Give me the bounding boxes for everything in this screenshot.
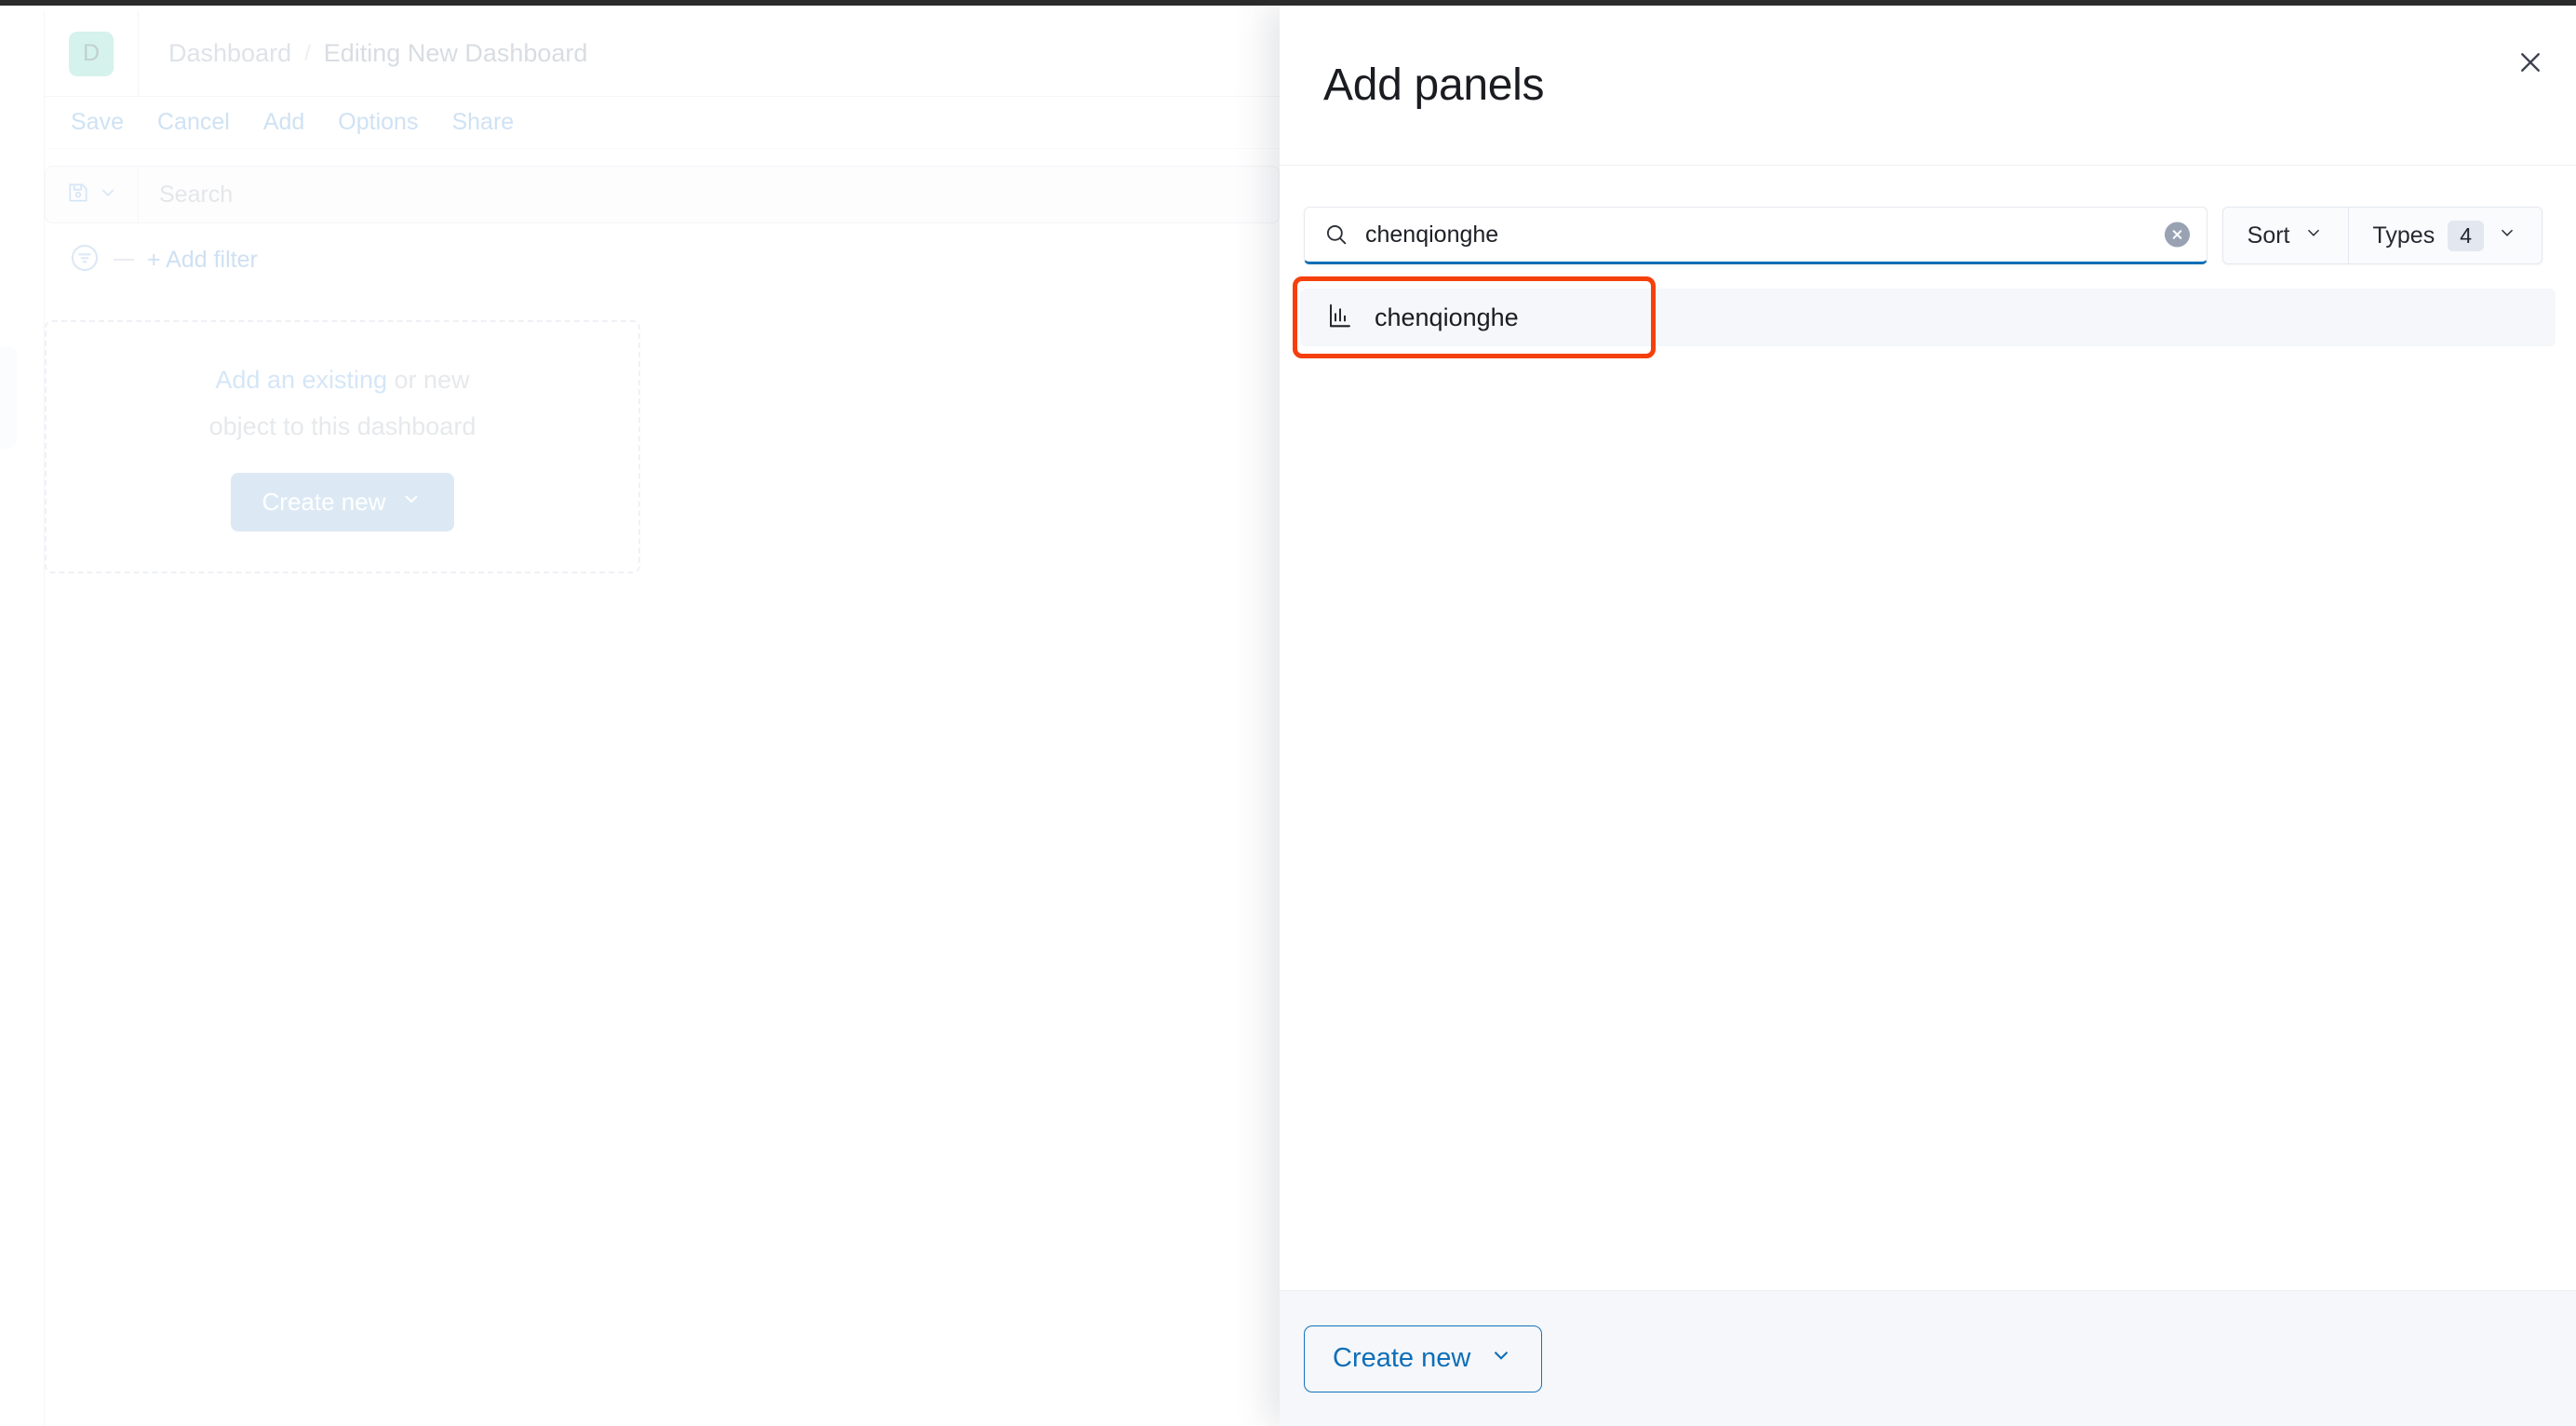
bar-chart-icon: [1326, 302, 1354, 334]
toolbar-share-button[interactable]: Share: [451, 109, 514, 136]
filter-divider: [114, 259, 134, 261]
close-icon[interactable]: [2507, 39, 2554, 86]
chevron-down-icon: [2303, 222, 2324, 249]
empty-panel-dropzone: Add an existing or new object to this da…: [45, 320, 640, 573]
list-item-label: chenqionghe: [1375, 303, 1519, 331]
search-input[interactable]: Search: [138, 166, 1280, 223]
filter-bar: + Add filter: [45, 236, 1280, 283]
filter-button-group: Sort Types 4: [2221, 207, 2542, 264]
create-new-label: Create new: [1333, 1343, 1471, 1373]
avatar: D: [69, 31, 114, 76]
chevron-down-icon: [1489, 1343, 1513, 1375]
dashboard-toolbar: Save Cancel Add Options Share: [45, 97, 1280, 149]
breadcrumb-root[interactable]: Dashboard: [168, 39, 291, 68]
toolbar-options-button[interactable]: Options: [338, 109, 418, 136]
header-divider: [138, 10, 139, 97]
breadcrumb-current: Editing New Dashboard: [323, 39, 588, 67]
chevron-down-icon: [400, 488, 423, 517]
filter-circle-icon[interactable]: [69, 242, 101, 278]
background-dashboard-app: D Dashboard / Editing New Dashboard Save…: [0, 6, 1280, 1426]
panel-search-field[interactable]: chenqionghe: [1304, 207, 2207, 264]
create-new-button[interactable]: Create new: [1304, 1325, 1543, 1392]
list-item[interactable]: chenqionghe: [1293, 276, 2556, 358]
flyout-footer: Create new: [1280, 1290, 2576, 1426]
dropzone-create-new-button[interactable]: Create new: [230, 472, 455, 531]
page-title: Add panels: [1323, 61, 1545, 110]
chevron-down-icon: [2497, 222, 2517, 249]
panel-results-list: chenqionghe: [1280, 276, 2576, 1290]
flyout-header: Add panels: [1280, 6, 2576, 166]
toolbar-save-button[interactable]: Save: [71, 109, 124, 136]
dropzone-create-new-label: Create new: [262, 487, 386, 516]
sort-button[interactable]: Sort: [2223, 208, 2348, 263]
sidebar-toggle-handle[interactable]: [0, 346, 17, 449]
save-disk-icon: [66, 181, 90, 209]
types-label: Types: [2372, 222, 2435, 249]
sort-label: Sort: [2247, 222, 2290, 249]
clear-circle-icon[interactable]: [2164, 222, 2190, 248]
add-panels-flyout: Add panels chenqionghe Sort Types 4 chen…: [1280, 6, 2576, 1426]
search-icon: [1323, 222, 1349, 248]
panel-search-value: chenqionghe: [1365, 221, 1499, 248]
types-button[interactable]: Types 4: [2349, 208, 2542, 263]
breadcrumb-separator: /: [304, 40, 311, 66]
flyout-controls: chenqionghe Sort Types 4: [1304, 207, 2542, 264]
query-bar: Search: [45, 166, 1280, 223]
toolbar-cancel-button[interactable]: Cancel: [157, 109, 230, 136]
toolbar-add-button[interactable]: Add: [263, 109, 304, 136]
types-count-badge: 4: [2448, 220, 2484, 251]
add-existing-link[interactable]: Add an existing: [215, 366, 387, 394]
dropzone-text-line2: object to this dashboard: [208, 411, 476, 440]
chevron-down-icon: [98, 182, 118, 208]
dropzone-text-line1: Add an existing or new: [215, 362, 469, 398]
app-header: D Dashboard / Editing New Dashboard: [45, 10, 1280, 97]
saved-query-button[interactable]: [45, 166, 138, 223]
add-filter-button[interactable]: + Add filter: [147, 247, 258, 274]
dropzone-text-rest: or new: [387, 366, 470, 395]
collapsed-sidebar-rail[interactable]: [0, 11, 45, 1426]
breadcrumb: Dashboard / Editing New Dashboard: [168, 39, 587, 68]
